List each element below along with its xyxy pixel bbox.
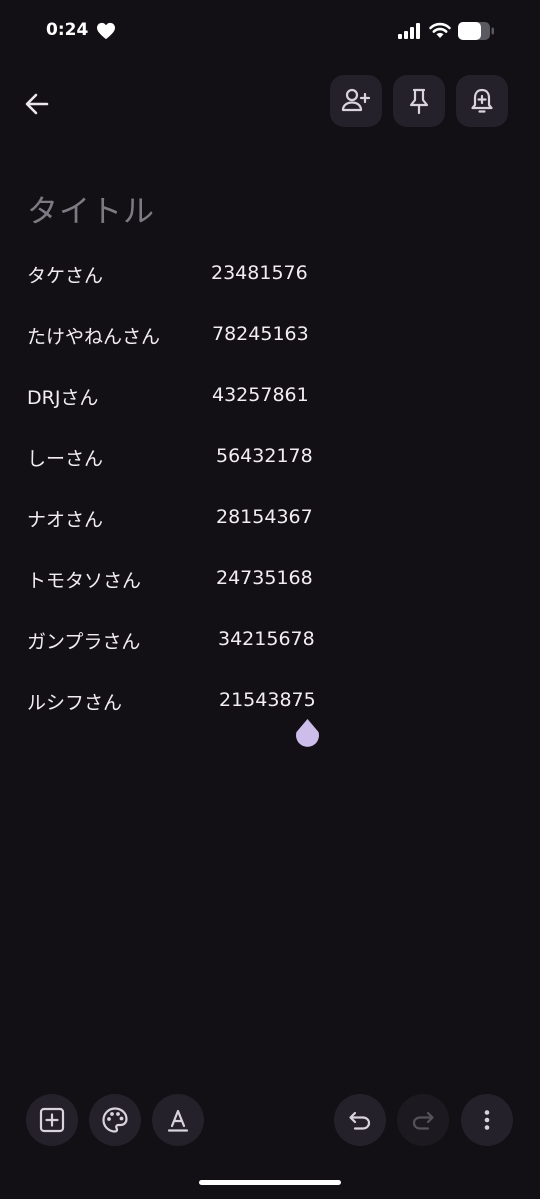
person-add-icon: [341, 88, 371, 112]
wifi-icon: [429, 22, 451, 38]
entry-number: 23481576: [211, 262, 308, 284]
entry-name: しーさん: [27, 448, 104, 470]
entry-name: ナオさん: [27, 509, 104, 531]
arrow-left-icon: [25, 93, 49, 115]
text-cursor-handle[interactable]: [294, 718, 321, 748]
text-format-icon: [167, 1109, 189, 1132]
entry-number: 34215678: [218, 628, 315, 650]
entry-number: 78245163: [212, 323, 309, 345]
pin-button[interactable]: [393, 75, 445, 127]
palette-icon: [102, 1107, 128, 1133]
add-content-button[interactable]: [26, 1094, 78, 1146]
entry-number: 24735168: [216, 567, 313, 589]
back-button[interactable]: [18, 84, 58, 124]
cellular-signal-icon: [398, 23, 420, 39]
add-collaborator-button[interactable]: [330, 75, 382, 127]
entry-name: DRJさん: [27, 387, 99, 409]
entry-number: 56432178: [216, 445, 313, 467]
entry-name: ガンプラさん: [27, 631, 141, 653]
redo-button[interactable]: [397, 1094, 449, 1146]
background-options-button[interactable]: [89, 1094, 141, 1146]
undo-icon: [349, 1111, 371, 1130]
note-editor-screen: 0:24 タイトル タケさん 23481576 たけやねんさん 78245163…: [0, 0, 540, 1199]
entry-number: 43257861: [212, 384, 309, 406]
more-options-button[interactable]: [461, 1094, 513, 1146]
battery-icon: [458, 22, 494, 40]
status-time: 0:24: [46, 20, 89, 40]
home-indicator[interactable]: [199, 1180, 341, 1185]
redo-icon: [412, 1111, 434, 1130]
entry-number: 28154367: [216, 506, 313, 528]
add-box-icon: [39, 1107, 65, 1133]
undo-button[interactable]: [334, 1094, 386, 1146]
reminder-button[interactable]: [456, 75, 508, 127]
entry-name: タケさん: [27, 265, 104, 287]
heart-icon: [97, 22, 115, 40]
entry-name: トモタソさん: [27, 570, 142, 592]
entry-name: ルシフさん: [27, 692, 123, 714]
entry-name: たけやねんさん: [27, 326, 161, 348]
pin-icon: [409, 88, 429, 115]
text-format-button[interactable]: [152, 1094, 204, 1146]
more-vertical-icon: [484, 1110, 490, 1130]
bell-plus-icon: [471, 88, 493, 113]
note-title-field[interactable]: タイトル: [27, 186, 155, 231]
entry-number: 21543875: [219, 689, 316, 711]
